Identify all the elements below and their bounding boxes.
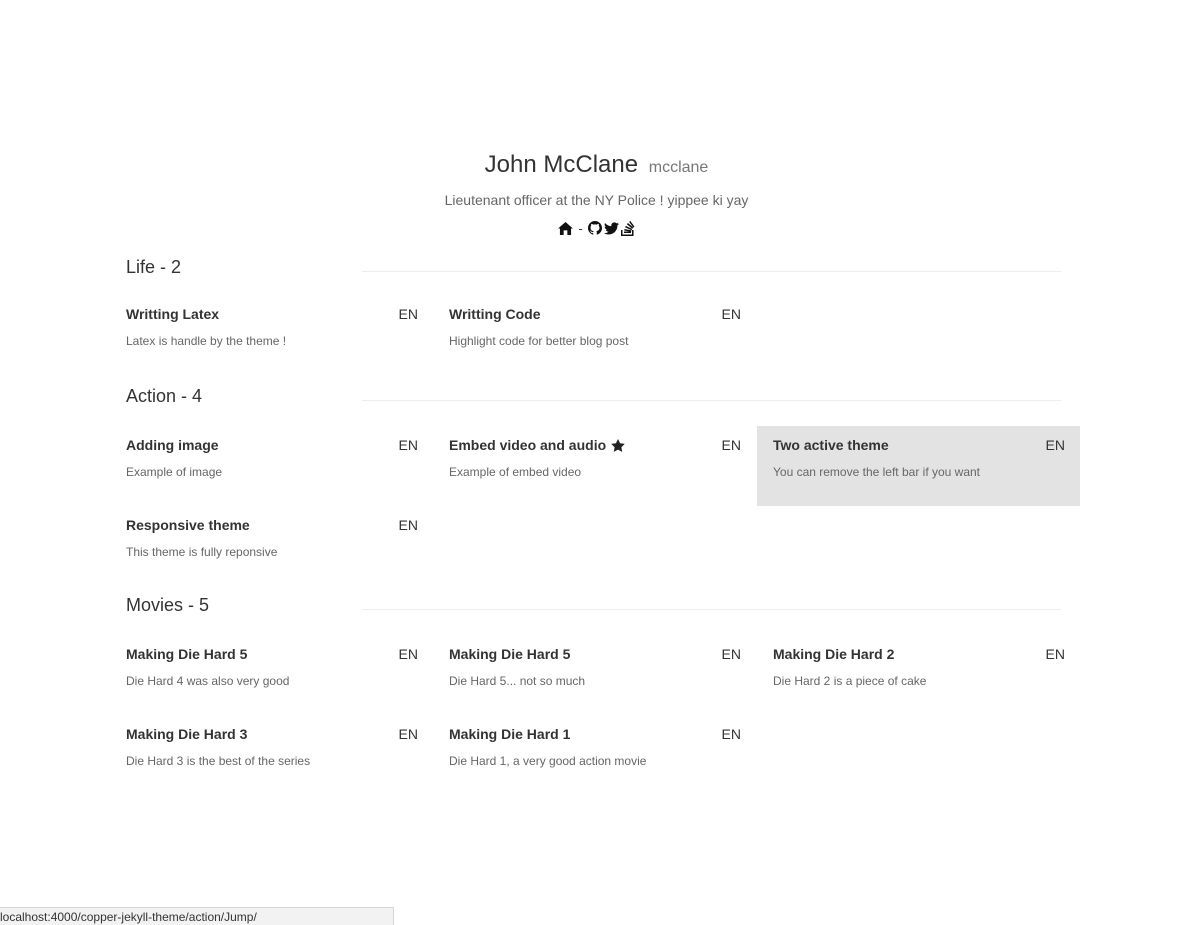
post-desc: Example of image bbox=[126, 465, 223, 479]
star-icon bbox=[611, 438, 625, 452]
post-desc: You can remove the left bar if you want bbox=[773, 465, 981, 479]
post-title[interactable]: Responsive theme bbox=[126, 517, 250, 533]
post-lang: EN bbox=[398, 517, 418, 533]
post-title[interactable]: Adding image bbox=[126, 437, 219, 453]
post-desc: Highlight code for better blog post bbox=[449, 334, 629, 348]
profile-header: John McClane mcclane Lieutenant officer … bbox=[0, 150, 1193, 237]
profile-name: John McClane bbox=[484, 151, 639, 178]
post-title[interactable]: Making Die Hard 5 bbox=[449, 646, 570, 662]
post-lang: EN bbox=[721, 646, 741, 662]
post-title[interactable]: Making Die Hard 1 bbox=[449, 726, 570, 742]
post-title[interactable]: Making Die Hard 5 bbox=[126, 646, 247, 662]
post-desc: This theme is fully reponsive bbox=[126, 545, 278, 559]
post-card[interactable]: Embed video and audio EN Example of embe… bbox=[433, 426, 756, 506]
section-divider bbox=[362, 609, 1061, 610]
post-card[interactable]: Responsive theme EN This theme is fully r… bbox=[110, 506, 433, 586]
post-lang: EN bbox=[1045, 646, 1065, 662]
section-movies: Movies - 5 Making Die Hard 5 EN Die Hard … bbox=[126, 593, 1081, 768]
post-desc: Die Hard 2 is a piece of cake bbox=[773, 674, 927, 688]
post-desc: Die Hard 5... not so much bbox=[449, 674, 586, 688]
post-title[interactable]: Making Die Hard 3 bbox=[126, 726, 247, 742]
profile-bio: Lieutenant officer at the NY Police ! yi… bbox=[444, 192, 749, 208]
social-links: - bbox=[0, 219, 1193, 237]
icon-separator: - bbox=[578, 220, 583, 236]
post-card[interactable]: Adding image EN Example of image bbox=[110, 426, 433, 506]
post-lang: EN bbox=[398, 306, 418, 322]
twitter-icon[interactable] bbox=[603, 221, 619, 235]
post-lang: EN bbox=[398, 646, 418, 662]
page: John McClane mcclane Lieutenant officer … bbox=[0, 0, 1193, 925]
section-divider bbox=[362, 400, 1061, 401]
section-title: Movies - 5 bbox=[126, 593, 1081, 617]
browser-status-bar: localhost:4000/copper-jekyll-theme/actio… bbox=[0, 907, 394, 925]
profile-name-line: John McClane mcclane bbox=[0, 150, 1193, 183]
section-title-text: Life - 2 bbox=[126, 257, 182, 277]
post-title[interactable]: Writting Latex bbox=[126, 306, 219, 322]
github-icon[interactable] bbox=[587, 221, 602, 235]
post-card[interactable]: Making Die Hard 5 EN Die Hard 5... not so… bbox=[433, 635, 756, 715]
post-desc: Die Hard 4 was also very good bbox=[126, 674, 290, 688]
profile-handle: mcclane bbox=[648, 159, 709, 176]
section-title-text: Movies - 5 bbox=[126, 595, 210, 615]
post-title[interactable]: Writting Code bbox=[449, 306, 541, 322]
section-action: Action - 4 Adding image EN Example of ima… bbox=[126, 384, 1081, 559]
post-desc: Example of embed video bbox=[449, 465, 582, 479]
post-card[interactable]: Writting Latex EN Latex is handle by the … bbox=[110, 295, 433, 375]
post-desc: Latex is handle by the theme ! bbox=[126, 334, 287, 348]
post-desc: Die Hard 3 is the best of the series bbox=[126, 754, 311, 768]
section-life: Life - 2 Writting Latex EN Latex is handl… bbox=[126, 255, 1081, 348]
post-card-active[interactable]: Two active theme EN You can remove the le… bbox=[757, 426, 1080, 506]
section-title-text: Action - 4 bbox=[126, 386, 203, 406]
post-card[interactable]: Writting Code EN Highlight code for bette… bbox=[433, 295, 756, 375]
post-card[interactable]: Making Die Hard 2 EN Die Hard 2 is a piec… bbox=[757, 635, 1080, 715]
post-title[interactable]: Making Die Hard 2 bbox=[773, 646, 894, 662]
post-title-wrap[interactable]: Embed video and audio bbox=[449, 437, 625, 453]
section-divider bbox=[362, 271, 1061, 272]
post-card[interactable]: Making Die Hard 3 EN Die Hard 3 is the be… bbox=[110, 715, 433, 795]
post-lang: EN bbox=[1045, 437, 1065, 453]
post-lang: EN bbox=[721, 437, 741, 453]
post-desc: Die Hard 1, a very good action movie bbox=[449, 754, 647, 768]
post-lang: EN bbox=[721, 726, 741, 742]
post-card[interactable]: Making Die Hard 5 EN Die Hard 4 was also … bbox=[110, 635, 433, 715]
section-title: Action - 4 bbox=[126, 384, 1081, 408]
post-lang: EN bbox=[398, 437, 418, 453]
stackoverflow-icon[interactable] bbox=[620, 220, 635, 236]
post-title[interactable]: Embed video and audio bbox=[449, 437, 606, 453]
post-lang: EN bbox=[398, 726, 418, 742]
post-card[interactable]: Making Die Hard 1 EN Die Hard 1, a very g… bbox=[433, 715, 756, 795]
post-title[interactable]: Two active theme bbox=[773, 437, 889, 453]
home-icon[interactable] bbox=[558, 221, 574, 235]
status-url: localhost:4000/copper-jekyll-theme/actio… bbox=[0, 910, 257, 924]
post-lang: EN bbox=[721, 306, 741, 322]
section-title: Life - 2 bbox=[126, 255, 1081, 279]
